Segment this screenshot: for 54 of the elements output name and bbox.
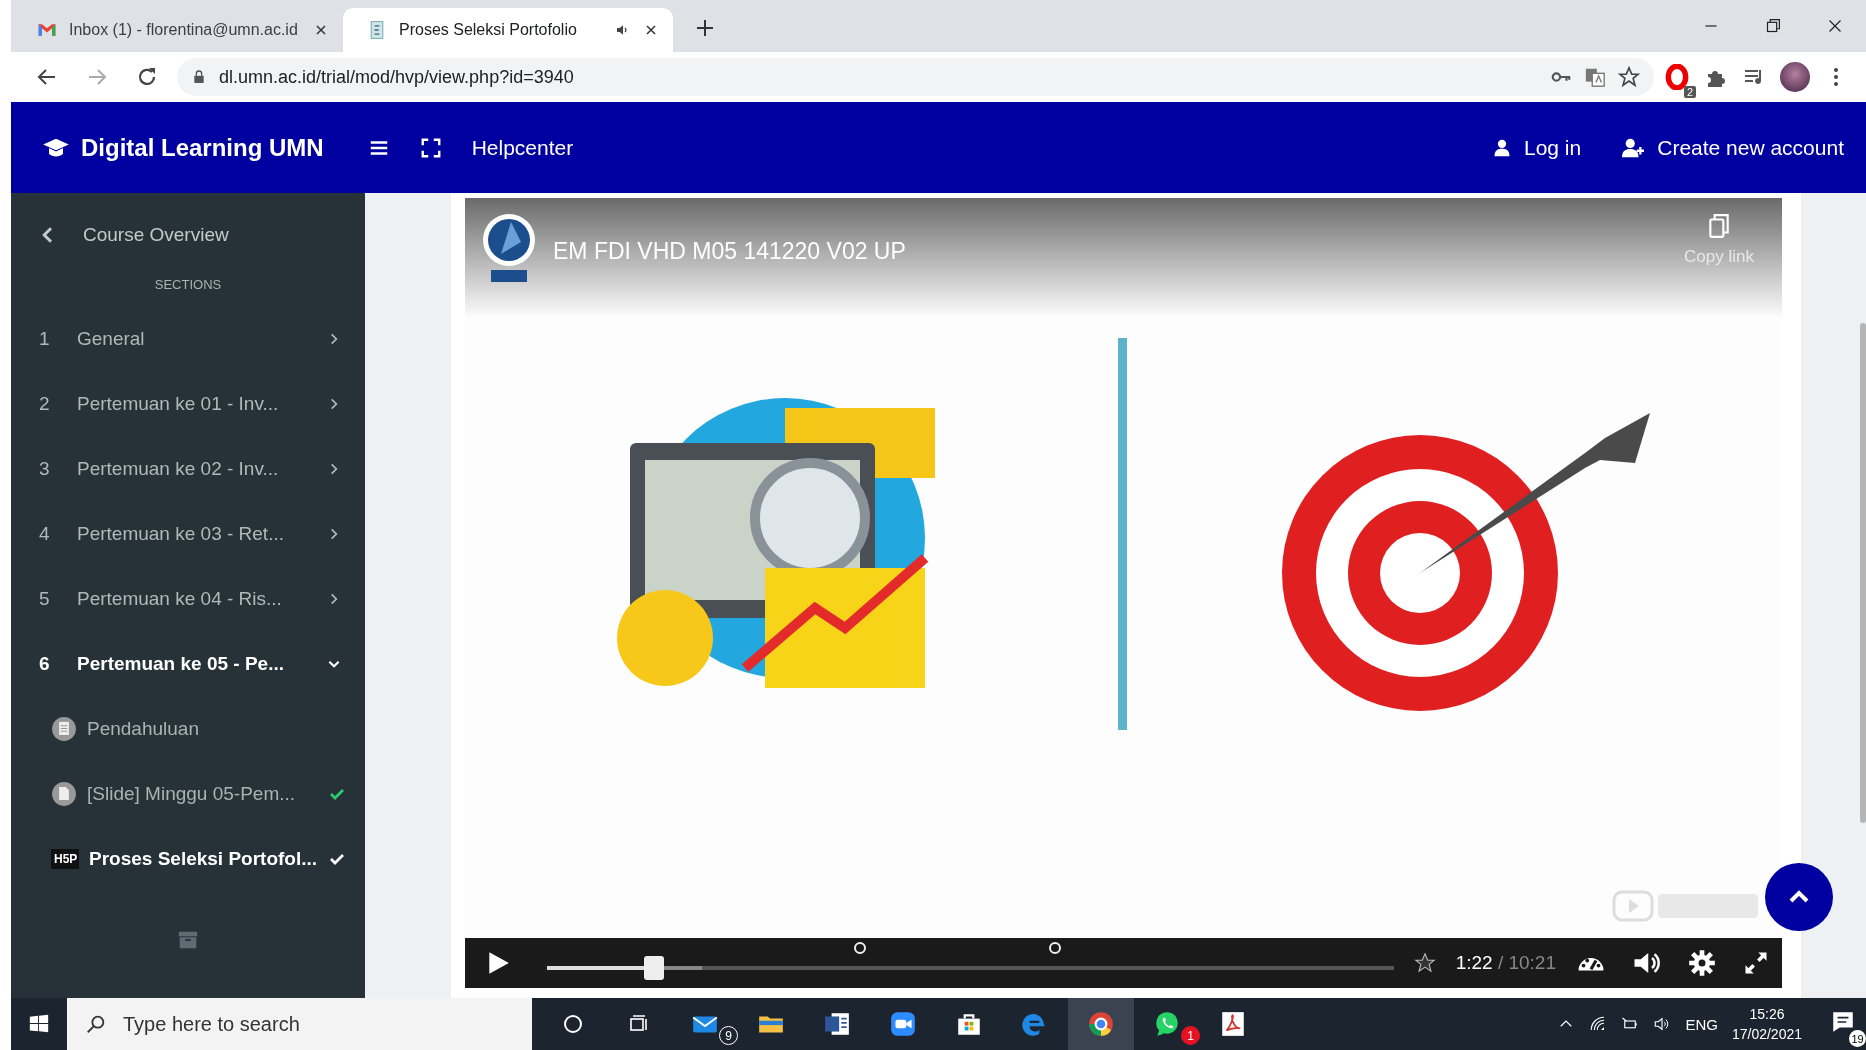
archive-icon[interactable] (177, 929, 199, 951)
search-icon (85, 1013, 107, 1035)
section-item[interactable]: 1 General (11, 306, 365, 371)
notification-icon[interactable] (1830, 1009, 1856, 1035)
video-time: 1:22 / 10:21 (1455, 952, 1556, 974)
chat-icon[interactable] (1153, 1010, 1181, 1038)
activity-logo: H5P (51, 848, 79, 869)
star-icon[interactable] (1618, 66, 1640, 88)
count-badge: 9 (719, 1026, 738, 1045)
file-icon (51, 780, 77, 807)
brand-link[interactable]: Digital Learning UMN (41, 133, 324, 162)
browser-icon[interactable] (1087, 1010, 1115, 1038)
seek-thumb[interactable] (643, 956, 664, 980)
section-item[interactable]: 6 Pertemuan ke 05 - Pe... (11, 631, 365, 696)
chapter-marker[interactable] (854, 942, 867, 954)
clock-time[interactable]: 15:26 (1749, 1004, 1785, 1024)
windows-icon[interactable] (28, 1013, 50, 1035)
section-item[interactable]: 4 Pertemuan ke 03 - Ret... (11, 501, 365, 566)
pdf-icon[interactable] (1219, 1010, 1247, 1038)
cortana-icon[interactable] (561, 1012, 585, 1036)
activity-item[interactable]: H5P Proses Seleksi Portofol... (11, 826, 365, 891)
add-user-icon (1621, 136, 1646, 159)
extension-icon[interactable] (1664, 64, 1690, 90)
section-item[interactable]: 5 Pertemuan ke 04 - Ris... (11, 566, 365, 631)
activity-item[interactable]: [Slide] Minggu 05-Pem... (11, 761, 365, 826)
search-field[interactable]: Type here to search (67, 998, 532, 1050)
scrollbar[interactable] (1860, 323, 1866, 823)
video-camera-icon[interactable] (889, 1010, 917, 1038)
translate-icon[interactable] (1584, 66, 1606, 88)
user-icon (1492, 137, 1512, 158)
browser-tab[interactable]: Proses Seleksi Portofolio (343, 8, 673, 52)
activity-item[interactable]: Pendahuluan (11, 696, 365, 761)
language-indicator[interactable]: ENG (1685, 1015, 1718, 1033)
star-icon[interactable] (1413, 952, 1436, 974)
back-link[interactable]: Course Overview (11, 217, 365, 253)
count-badge: 19 (1849, 1030, 1866, 1047)
address-bar[interactable]: dl.umn.ac.id/trial/mod/hvp/view.php?id=3940 (177, 58, 1654, 96)
signup-link[interactable]: Create new account (1621, 135, 1844, 160)
browser-tab[interactable]: Inbox (1) - florentina@umn.ac.id (13, 8, 343, 52)
settings-icon[interactable] (1688, 949, 1716, 977)
section-item[interactable]: 3 Pertemuan ke 02 - Inv... (11, 436, 365, 501)
section-heading: SECTIONS (153, 277, 223, 292)
fullscreen-icon[interactable] (419, 136, 442, 159)
extension-badge: 2 (1683, 86, 1696, 98)
section-item[interactable]: 2 Pertemuan ke 01 - Inv... (11, 371, 365, 436)
lock-icon (191, 69, 207, 85)
clock-date[interactable]: 17/02/2021 (1731, 1024, 1802, 1044)
chapter-marker[interactable] (1048, 942, 1061, 954)
login-link[interactable]: Log in (1492, 135, 1582, 160)
avatar[interactable] (1780, 62, 1810, 92)
page-icon (51, 715, 77, 742)
nav-link[interactable]: Helpcenter (471, 135, 574, 160)
count-badge: 1 (1181, 1026, 1200, 1045)
document-icon[interactable] (823, 1010, 851, 1038)
